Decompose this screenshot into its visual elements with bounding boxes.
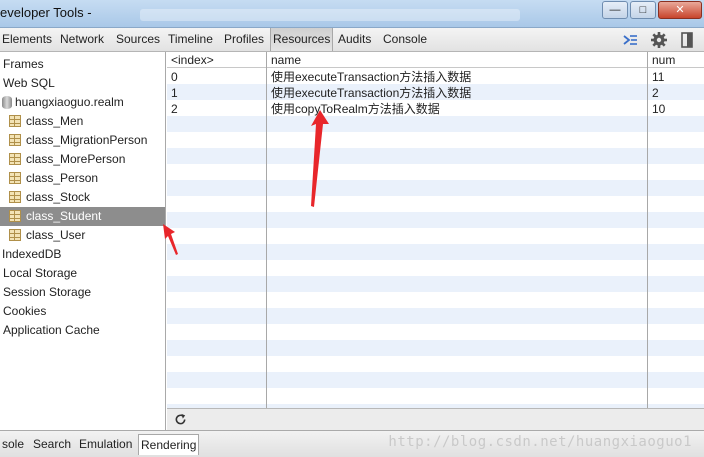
cell-name: 使用executeTransaction方法插入数据	[271, 70, 472, 84]
tab-profiles[interactable]: Profiles	[222, 28, 266, 51]
table-icon	[9, 134, 21, 146]
sidebar-item-class-migrationperson[interactable]: class_MigrationPerson	[0, 131, 165, 150]
tab-console[interactable]: Console	[381, 28, 429, 51]
refresh-icon[interactable]	[174, 413, 187, 426]
table-icon	[9, 210, 21, 222]
cell-name: 使用executeTransaction方法插入数据	[271, 86, 472, 100]
drawer-tab-rendering[interactable]: Rendering	[138, 434, 200, 455]
drawer-tabbar: sole Search Emulation Rendering http://b…	[0, 430, 704, 457]
window-title: eveloper Tools -	[0, 5, 92, 20]
sidebar-item-application-cache[interactable]: Application Cache	[0, 321, 165, 340]
sidebar-item-label: class_Student	[26, 209, 102, 223]
sidebar-item-label: class_Men	[26, 114, 84, 128]
table-icon	[9, 115, 21, 127]
tab-elements[interactable]: Elements	[0, 28, 54, 51]
table-icon	[9, 229, 21, 241]
table-icon	[9, 191, 21, 203]
sidebar-item-local-storage[interactable]: Local Storage	[0, 264, 165, 283]
column-header-num[interactable]: num	[652, 52, 702, 68]
sidebar-item-label: huangxiaoguo.realm	[15, 95, 124, 109]
sidebar-item-label: class_MigrationPerson	[26, 133, 148, 147]
minimize-button[interactable]: —	[602, 1, 628, 19]
sidebar-item-database[interactable]: huangxiaoguo.realm	[0, 93, 165, 112]
sidebar-item-cookies[interactable]: Cookies	[0, 302, 165, 321]
cell-num: 11	[652, 70, 665, 84]
close-button[interactable]: ✕	[658, 1, 702, 19]
tab-resources[interactable]: Resources	[270, 28, 334, 51]
sidebar-item-session-storage[interactable]: Session Storage	[0, 283, 165, 302]
grid-rows-background	[167, 68, 704, 408]
maximize-button[interactable]: □	[630, 1, 656, 19]
gear-icon[interactable]	[650, 31, 668, 49]
sidebar-item-label: class_User	[26, 228, 86, 242]
resources-sidebar: Frames Web SQL huangxiaoguo.realm class_…	[0, 52, 166, 430]
table-icon	[9, 172, 21, 184]
sidebar-item-frames[interactable]: Frames	[0, 55, 165, 74]
blurred-title-region	[140, 9, 520, 21]
grid-status-bar	[167, 408, 704, 430]
tab-timeline[interactable]: Timeline	[166, 28, 215, 51]
drawer-tab-search[interactable]: Search	[31, 434, 73, 455]
sidebar-item-label: class_Stock	[26, 190, 91, 204]
cell-num: 2	[652, 86, 659, 100]
sidebar-item-class-user[interactable]: class_User	[0, 226, 165, 245]
database-icon	[2, 96, 12, 109]
grid-header: <index> name num	[167, 52, 704, 68]
watermark-text: http://blog.csdn.net/huangxiaoguo1	[388, 434, 692, 450]
sidebar-item-label: class_Person	[26, 171, 99, 185]
column-divider[interactable]	[647, 52, 648, 408]
sidebar-item-class-stock[interactable]: class_Stock	[0, 188, 165, 207]
data-grid: <index> name num 0 使用executeTransaction方…	[167, 52, 704, 408]
cell-name: 使用copyToRealm方法插入数据	[271, 102, 440, 116]
sidebar-item-class-person[interactable]: class_Person	[0, 169, 165, 188]
devtools-toolbar: Elements Network Sources Timeline Profil…	[0, 28, 704, 52]
tab-audits[interactable]: Audits	[336, 28, 373, 51]
drawer-tab-emulation[interactable]: Emulation	[77, 434, 134, 455]
sidebar-item-indexeddb[interactable]: IndexedDB	[0, 245, 165, 264]
drawer-tab-console[interactable]: sole	[0, 434, 26, 455]
table-icon	[9, 153, 21, 165]
cell-index: 2	[171, 102, 178, 116]
show-drawer-icon[interactable]	[621, 31, 639, 49]
tab-sources[interactable]: Sources	[114, 28, 162, 51]
column-header-name[interactable]: name	[271, 52, 641, 68]
sidebar-item-class-moreperson[interactable]: class_MorePerson	[0, 150, 165, 169]
tab-network[interactable]: Network	[58, 28, 106, 51]
cell-index: 1	[171, 86, 178, 100]
sidebar-item-label: class_MorePerson	[26, 152, 126, 166]
window-titlebar: eveloper Tools - — □ ✕	[0, 0, 704, 28]
cell-num: 10	[652, 102, 666, 116]
dock-side-icon[interactable]	[680, 31, 694, 49]
sidebar-item-class-men[interactable]: class_Men	[0, 112, 165, 131]
sidebar-item-web-sql[interactable]: Web SQL	[0, 74, 165, 93]
sidebar-item-class-student[interactable]: class_Student	[0, 207, 165, 226]
column-header-index[interactable]: <index>	[171, 52, 261, 68]
cell-index: 0	[171, 70, 178, 84]
column-divider[interactable]	[266, 52, 267, 408]
